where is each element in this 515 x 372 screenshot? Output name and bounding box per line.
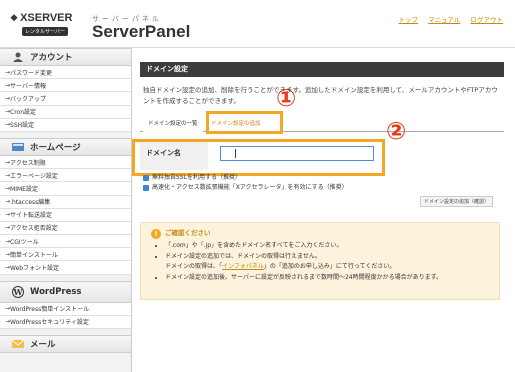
- user-icon: [13, 52, 23, 62]
- list-item: ドメイン設定の追加では、ドメインの取得は行えません。: [165, 252, 493, 262]
- sidebar-item-cgi[interactable]: → CGIツール: [0, 235, 131, 249]
- notice-box: ! ご確認ください 「.com」や「.jp」を含めたドメイン名すべてをご入力くださ…: [140, 222, 500, 300]
- sidebar-item-label: Webフォント設定: [10, 265, 60, 273]
- top-links: トップ マニュアル ログアウト: [391, 14, 503, 24]
- sidebar-heading-label: メール: [30, 340, 56, 350]
- sidebar-heading-label: アカウント: [30, 53, 73, 63]
- sidebar-item-label: バックアップ: [10, 95, 47, 103]
- sidebar-item-label: アクセス制限: [10, 159, 46, 167]
- page-description: 独自ドメイン設定の追加、削除を行うことができます。追加したドメイン設定を利用して…: [143, 86, 498, 105]
- list-item: ドメイン設定の追加後、サーバーに設定が反映されるまで数時間～24時間程度かかる場…: [165, 273, 493, 283]
- sidebar-item-access-limit[interactable]: → アクセス制限: [0, 155, 131, 170]
- notice-list: 「.com」や「.jp」を含めたドメイン名すべてをご入力ください。 ドメイン設定…: [151, 241, 493, 282]
- text-cursor-icon: [235, 149, 236, 158]
- list-item: 「.com」や「.jp」を含めたドメイン名すべてをご入力ください。: [165, 241, 493, 251]
- checkbox-icon[interactable]: [143, 174, 149, 181]
- sidebar: アカウント → パスワード変更 → サーバー情報 → バックアップ → Cron設定 →…: [0, 48, 132, 372]
- sidebar-item-site-transfer[interactable]: → サイト転送設定: [0, 208, 131, 222]
- logo-name: XSERVER: [20, 12, 73, 24]
- notice-title: ! ご確認ください: [151, 229, 493, 239]
- sidebar-heading-label: WordPress: [30, 286, 82, 297]
- logo-diamond-icon: ❖: [10, 13, 19, 23]
- tab-domain-list[interactable]: ドメイン設定の一覧: [143, 116, 203, 132]
- logo-title: ServerPanel: [92, 22, 191, 41]
- sidebar-item-easy-install[interactable]: → 簡単インストール: [0, 248, 131, 262]
- sidebar-item-label: パスワード変更: [10, 69, 53, 77]
- sidebar-heading-label: ホームページ: [30, 142, 81, 153]
- wordpress-icon: W: [12, 285, 24, 298]
- marker-one: ①: [276, 84, 297, 112]
- logo-rental-badge: レンタルサーバー: [22, 27, 68, 36]
- domain-form-row: ドメイン名: [140, 142, 380, 170]
- sidebar-item-label: .htaccess編集: [10, 199, 51, 207]
- sidebar-item-server-info[interactable]: → サーバー情報: [0, 79, 131, 93]
- sidebar-item-label: WordPressセキュリティ設定: [10, 319, 89, 327]
- sidebar-item-label: CGIツール: [10, 238, 39, 246]
- highlight-box-tab: [206, 111, 283, 134]
- list-item: ドメインの取得は、「インフォパネル」の「追加のお申し込み」にて行ってください。: [165, 262, 493, 272]
- sidebar-heading-homepage: ホームページ: [0, 137, 131, 156]
- alert-icon: !: [151, 229, 161, 239]
- manual-link[interactable]: マニュアル: [428, 16, 460, 24]
- sidebar-item-htaccess[interactable]: → .htaccess編集: [0, 195, 131, 209]
- sidebar-heading-wordpress: W WordPress: [0, 280, 131, 303]
- sidebar-item-wp-security[interactable]: → WordPressセキュリティ設定: [0, 315, 131, 329]
- sidebar-item-password[interactable]: → パスワード変更: [0, 66, 131, 80]
- accelerator-option[interactable]: 高速化・アクセス数拡張機能「Xアクセラレータ」を有効にする（推奨）: [143, 183, 348, 193]
- page-title: ドメイン設定: [140, 62, 504, 77]
- sidebar-heading-account: アカウント: [0, 48, 131, 66]
- logout-link[interactable]: ログアウト: [471, 16, 504, 24]
- sidebar-heading-mail: メール: [0, 335, 131, 353]
- sidebar-item-label: MIME設定: [10, 185, 38, 193]
- accelerator-option-label: 高速化・アクセス数拡張機能「Xアクセラレータ」を有効にする（推奨）: [152, 184, 348, 191]
- sidebar-item-label: SSH設定: [10, 122, 35, 130]
- marker-two: ②: [386, 117, 407, 145]
- sidebar-item-label: WordPress簡単インストール: [10, 306, 90, 314]
- domain-field-label: ドメイン名: [140, 142, 208, 170]
- sidebar-item-ssh[interactable]: → SSH設定: [0, 118, 131, 132]
- domain-name-input[interactable]: [220, 146, 374, 161]
- mail-icon: [12, 339, 24, 348]
- sidebar-item-mime[interactable]: → MIME設定: [0, 182, 131, 196]
- sidebar-item-label: エラーページ設定: [10, 172, 58, 180]
- tab-bar: ドメイン設定の一覧 ドメイン設定の追加: [140, 116, 504, 132]
- sidebar-item-label: サイト転送設定: [10, 212, 53, 220]
- sidebar-item-error-page[interactable]: → エラーページ設定: [0, 169, 131, 183]
- svg-text:W: W: [13, 287, 24, 297]
- infopanel-link[interactable]: インフォパネル: [222, 263, 264, 270]
- sidebar-item-label: アクセス拒否設定: [10, 225, 58, 233]
- sidebar-item-label: サーバー情報: [10, 82, 46, 90]
- sidebar-item-cron[interactable]: → Cron設定: [0, 105, 131, 119]
- sidebar-item-label: Cron設定: [10, 109, 37, 117]
- options: 無料独自SSLを利用する（推奨） 高速化・アクセス数拡張機能「Xアクセラレータ」…: [143, 173, 348, 193]
- xserver-logo[interactable]: ❖ XSERVER: [10, 12, 72, 24]
- checkbox-icon[interactable]: [143, 184, 149, 191]
- header: ❖ XSERVER レンタルサーバー サーバーパネル ServerPanel トッ…: [0, 0, 515, 48]
- notice-text: 」の「追加のお申し込み」にて行ってください。: [263, 263, 396, 270]
- ssl-option[interactable]: 無料独自SSLを利用する（推奨）: [143, 173, 348, 183]
- top-link[interactable]: トップ: [399, 16, 419, 24]
- sidebar-item-webfont[interactable]: → Webフォント設定: [0, 261, 131, 275]
- homepage-icon: [12, 142, 24, 151]
- confirm-button[interactable]: ドメイン設定の追加（確認）: [420, 196, 494, 207]
- sidebar-item-access-deny[interactable]: → アクセス拒否設定: [0, 221, 131, 236]
- ssl-option-label: 無料独自SSLを利用する（推奨）: [152, 174, 241, 181]
- notice-title-text: ご確認ください: [165, 229, 211, 238]
- sidebar-item-backup[interactable]: → バックアップ: [0, 92, 131, 106]
- notice-text: ドメインの取得は、「: [165, 263, 223, 270]
- sidebar-item-label: 簡単インストール: [10, 251, 58, 259]
- sidebar-item-wp-install[interactable]: → WordPress簡単インストール: [0, 302, 131, 316]
